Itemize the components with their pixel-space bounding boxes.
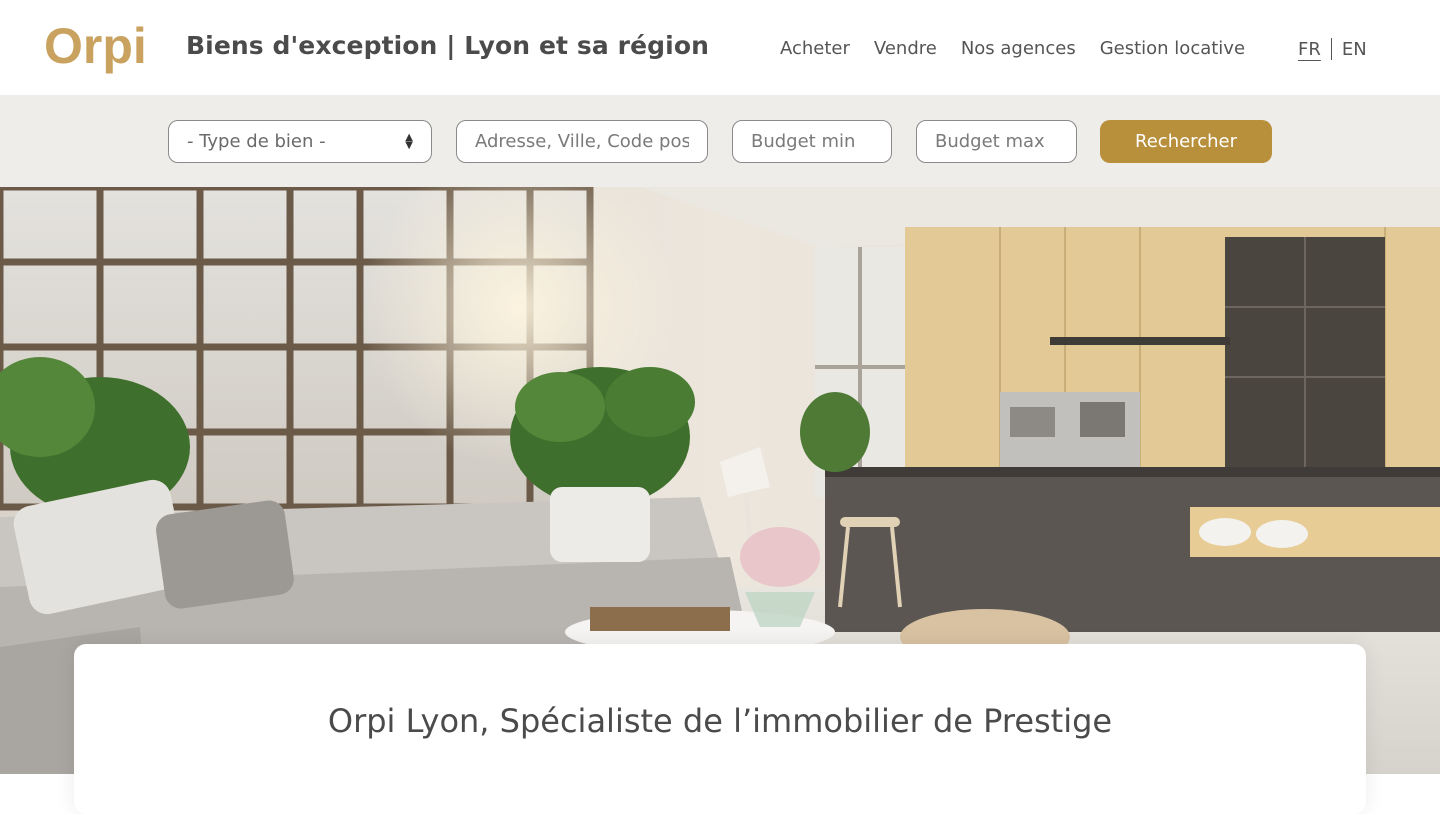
address-input[interactable] (475, 131, 689, 152)
address-field-wrapper (456, 120, 708, 163)
lang-divider (1330, 38, 1332, 60)
select-arrows-icon: ▲ ▼ (405, 131, 413, 151)
intro-heading: Orpi Lyon, Spécialiste de l’immobilier d… (327, 702, 1113, 740)
nav-item-gestion-locative[interactable]: Gestion locative (1100, 38, 1245, 59)
search-button[interactable]: Rechercher (1100, 120, 1272, 163)
intro-card: Orpi Lyon, Spécialiste de l’immobilier d… (74, 644, 1366, 814)
orpi-logo[interactable]: Orpi (44, 18, 154, 78)
site-header: Orpi Biens d'exception | Lyon et sa régi… (0, 0, 1440, 96)
lang-en-link[interactable]: EN (1342, 39, 1367, 60)
main-nav: Acheter Vendre Nos agences Gestion locat… (780, 38, 1245, 59)
budget-max-input[interactable] (935, 131, 1058, 152)
property-type-select[interactable]: - Type de bien - ▲ ▼ (168, 120, 432, 163)
svg-text:Orpi: Orpi (44, 18, 147, 74)
budget-max-wrapper (916, 120, 1077, 163)
nav-item-acheter[interactable]: Acheter (780, 38, 850, 59)
lang-fr-link[interactable]: FR (1298, 39, 1321, 60)
budget-min-input[interactable] (751, 131, 873, 152)
nav-item-vendre[interactable]: Vendre (874, 38, 937, 59)
property-type-value: - Type de bien - (187, 131, 326, 152)
nav-item-nos-agences[interactable]: Nos agences (961, 38, 1076, 59)
language-switcher: FR EN (1298, 38, 1367, 60)
site-title: Biens d'exception | Lyon et sa région (186, 31, 709, 60)
property-search-bar: - Type de bien - ▲▼ Rechercher (0, 96, 1440, 187)
budget-min-wrapper (732, 120, 892, 163)
